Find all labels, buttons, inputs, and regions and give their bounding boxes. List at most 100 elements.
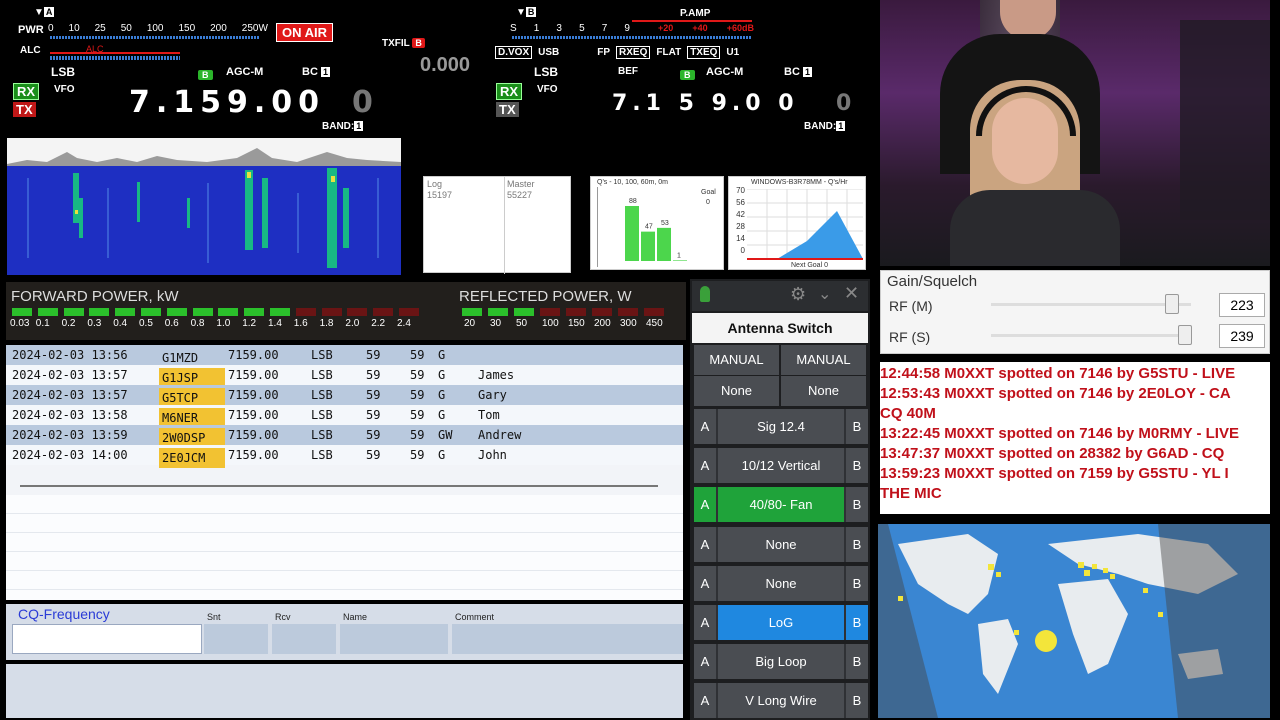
reflected-power-tick: 30 xyxy=(490,318,502,329)
sub-frequency[interactable]: 7.1 5 9.0 0 xyxy=(612,91,799,116)
rf-m-value[interactable]: 223 xyxy=(1219,293,1265,317)
cell-freq: 7159.00 xyxy=(228,368,279,382)
antenna-a-button[interactable]: A xyxy=(694,409,716,444)
rf-m-slider[interactable] xyxy=(1165,294,1179,314)
cell-mode: LSB xyxy=(311,388,333,402)
qso-bar xyxy=(625,206,639,261)
antenna-a-button[interactable]: A xyxy=(694,644,716,680)
manual-button-b[interactable]: MANUAL xyxy=(781,345,866,375)
qso-bar-label: 1 xyxy=(677,252,681,259)
rate-ytick: 56 xyxy=(736,198,745,207)
antenna-b-button[interactable]: B xyxy=(846,526,868,562)
s-meter-red-line xyxy=(632,20,752,22)
antenna-a-button[interactable]: A xyxy=(694,683,716,719)
antenna-row: A 40/80- Fan B xyxy=(694,487,868,523)
rcv-label: Rcv xyxy=(275,612,291,622)
flat-flag: FLAT xyxy=(656,47,682,58)
table-row[interactable]: 2024-02-03 13:57 G5TCP 7159.00 LSB 59 59 G Gary xyxy=(6,385,683,408)
close-icon[interactable]: ✕ xyxy=(844,283,859,304)
antenna-b-button[interactable]: B xyxy=(846,487,868,523)
snt-input[interactable] xyxy=(204,624,268,654)
webcam-video xyxy=(880,0,1270,266)
antenna-a-button[interactable]: A xyxy=(694,487,716,523)
tx-button[interactable]: TX xyxy=(13,102,36,117)
agc-badge: B xyxy=(198,65,213,83)
sub-band-num: 1 xyxy=(836,121,846,131)
pwr-scale: 0 10 25 50 100 150 200 250W xyxy=(48,23,268,34)
reflected-power-segment xyxy=(592,308,612,316)
vfo-a-badge: A xyxy=(43,7,55,17)
forward-power-tick: 2.2 xyxy=(371,318,386,329)
antenna-b-button[interactable]: B xyxy=(846,644,868,680)
rate-chart-panel: WINDOWS-B3R78MM - Q's/Hr 70 56 42 28 14 0 Nex… xyxy=(728,176,866,270)
cell-date: 2024-02-03 13:57 xyxy=(12,368,128,382)
table-row[interactable]: 2024-02-03 14:00 2E0JCM 7159.00 LSB 59 59 G Joh… xyxy=(6,445,683,468)
band-label: BAND: 1 xyxy=(322,121,364,132)
antenna-a-button[interactable]: A xyxy=(694,565,716,601)
rig-main-display: ▼ A PWR 0 10 25 50 100 150 200 250W ON AIR ALC A… xyxy=(6,5,488,137)
cell-rcv: 59 xyxy=(410,448,425,462)
screen: ▼ A PWR 0 10 25 50 100 150 200 250W ON AIR ALC A… xyxy=(0,0,1280,720)
antenna-b-button[interactable]: B xyxy=(846,448,868,484)
sub-tx-button[interactable]: TX xyxy=(496,102,519,117)
antenna-a-button[interactable]: A xyxy=(694,526,716,562)
antenna-name[interactable]: 10/12 Vertical xyxy=(718,448,844,484)
world-map[interactable] xyxy=(878,524,1270,718)
webcam-drums xyxy=(1180,20,1270,220)
table-row[interactable]: 2024-02-03 13:57 G1JSP 7159.00 LSB 59 59 G Jame… xyxy=(6,365,683,388)
rcv-input[interactable] xyxy=(272,624,336,654)
antenna-name[interactable]: Sig 12.4 xyxy=(718,409,844,444)
vfo-b-tag: ▼ B xyxy=(516,7,537,18)
main-frequency[interactable]: 7.159.00 xyxy=(129,85,325,120)
pwr-label: PWR xyxy=(18,24,44,36)
antenna-name[interactable]: LoG xyxy=(718,605,844,640)
log-counts-panel: Log 15197 Master 55227 xyxy=(423,176,571,274)
pwr-tick: 25 xyxy=(94,23,106,34)
gear-icon[interactable]: ⚙ xyxy=(790,284,806,305)
antenna-titlebar: ⚙ ⌄ ✕ xyxy=(692,281,868,311)
rxeq-flag[interactable]: RXEQ xyxy=(616,46,651,59)
s-tick: 5 xyxy=(579,23,585,34)
rf-s-slider[interactable] xyxy=(1178,325,1192,345)
antenna-b-button[interactable]: B xyxy=(846,409,868,444)
antenna-b-button[interactable]: B xyxy=(846,565,868,601)
qso-bars: 88 47 53 1 xyxy=(625,198,687,261)
rf-s-value[interactable]: 239 xyxy=(1219,324,1265,348)
mode-label: LSB xyxy=(51,65,75,79)
forward-power-tick: 0.1 xyxy=(35,318,50,329)
antenna-b-button[interactable]: B xyxy=(846,683,868,719)
antenna-b-button[interactable]: B xyxy=(846,605,868,640)
antenna-name[interactable]: 40/80- Fan xyxy=(718,487,844,523)
reflected-power-segment xyxy=(566,308,586,316)
forward-power-segment xyxy=(89,308,110,316)
log-label: Log xyxy=(427,179,443,189)
chevron-down-icon[interactable]: ⌄ xyxy=(818,284,831,304)
forward-power-tick: 0.3 xyxy=(87,318,102,329)
table-row[interactable]: 2024-02-03 13:56 G1MZD 7159.00 LSB 59 59 G xyxy=(6,345,683,365)
alc-label: ALC xyxy=(20,45,41,56)
cq-frequency-input[interactable] xyxy=(12,624,202,654)
antenna-name[interactable]: V Long Wire xyxy=(718,683,844,719)
manual-button-a[interactable]: MANUAL xyxy=(694,345,779,375)
antenna-b-current: None xyxy=(781,376,866,406)
antenna-a-button[interactable]: A xyxy=(694,605,716,640)
reflected-power-tick: 20 xyxy=(464,318,476,329)
dvox-flag[interactable]: D.VOX xyxy=(495,46,533,59)
antenna-name[interactable]: None xyxy=(718,526,844,562)
name-input[interactable] xyxy=(340,624,448,654)
antenna-a-button[interactable]: A xyxy=(694,448,716,484)
sub-mode-label: LSB xyxy=(534,65,558,79)
table-row[interactable]: 2024-02-03 13:58 M6NER 7159.00 LSB 59 59 G Tom xyxy=(6,405,683,428)
spectrum-waterfall[interactable] xyxy=(7,138,401,275)
antenna-name[interactable]: None xyxy=(718,565,844,601)
txeq-flag[interactable]: TXEQ xyxy=(687,46,721,59)
reflected-power-segment xyxy=(618,308,638,316)
comment-input[interactable] xyxy=(452,624,683,654)
table-row[interactable]: 2024-02-03 13:59 2W0DSP 7159.00 LSB 59 59 GW An… xyxy=(6,425,683,448)
sub-rx-button[interactable]: RX xyxy=(496,83,523,100)
txfil-badge: B xyxy=(412,38,425,48)
log-scrollbar[interactable] xyxy=(20,485,658,487)
rx-button[interactable]: RX xyxy=(13,83,40,100)
antenna-name[interactable]: Big Loop xyxy=(718,644,844,680)
on-air-indicator: ON AIR xyxy=(276,23,334,42)
